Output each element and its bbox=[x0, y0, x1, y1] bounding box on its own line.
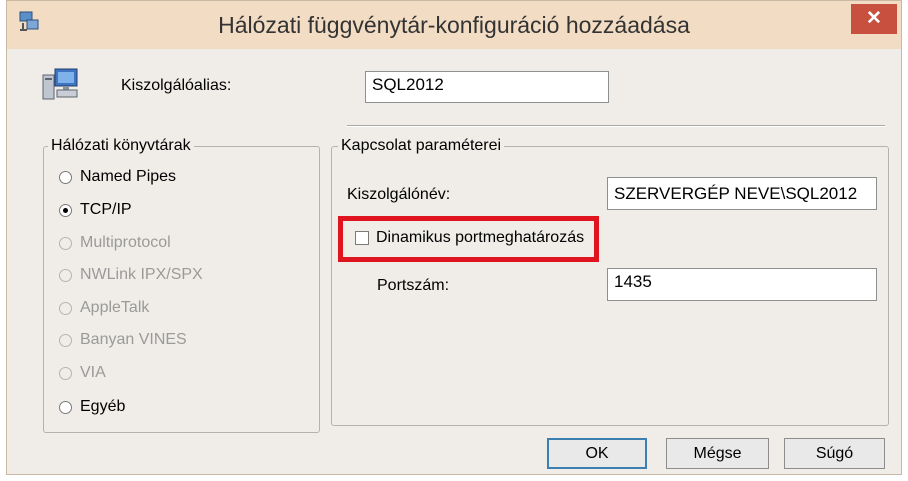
radio-button bbox=[59, 269, 72, 282]
radio-label: AppleTalk bbox=[80, 299, 150, 316]
radio-label: TCP/IP bbox=[80, 201, 132, 218]
ok-button[interactable]: OK bbox=[547, 438, 647, 469]
radio-button[interactable] bbox=[59, 401, 72, 414]
connection-group-title: Kapcsolat paraméterei bbox=[338, 137, 505, 155]
radio-label: Egyéb bbox=[80, 398, 126, 415]
dialog-window: Hálózati függvénytár-konfiguráció hozzáa… bbox=[6, 0, 902, 475]
radio-label: Multiprotocol bbox=[80, 234, 171, 251]
radio-button[interactable] bbox=[59, 204, 72, 217]
close-button[interactable]: ✕ bbox=[851, 4, 897, 34]
alias-input[interactable]: SQL2012 bbox=[365, 71, 609, 103]
port-label: Portszám: bbox=[377, 277, 450, 294]
help-button[interactable]: Súgó bbox=[784, 438, 885, 469]
radio-button bbox=[59, 367, 72, 380]
port-input[interactable]: 1435 bbox=[607, 268, 877, 301]
title-bar[interactable]: Hálózati függvénytár-konfiguráció hozzáa… bbox=[7, 1, 901, 49]
radio-label: NWLink IPX/SPX bbox=[80, 266, 203, 283]
radio-button bbox=[59, 302, 72, 315]
radio-label: Banyan VINES bbox=[80, 331, 187, 348]
radio-label: Named Pipes bbox=[80, 168, 177, 185]
libraries-groupbox bbox=[43, 146, 320, 433]
radio-selected-dot bbox=[63, 208, 68, 213]
highlight-box bbox=[338, 216, 599, 262]
server-name-label: Kiszolgálónév: bbox=[347, 186, 451, 203]
radio-button bbox=[59, 237, 72, 250]
radio-button bbox=[59, 334, 72, 347]
server-name-input[interactable]: SZERVERGÉP NEVE\SQL2012 bbox=[607, 177, 877, 210]
computer-icon bbox=[41, 67, 81, 103]
cancel-button[interactable]: Mégse bbox=[666, 438, 769, 469]
radio-button[interactable] bbox=[59, 171, 72, 184]
separator bbox=[347, 125, 885, 127]
alias-label: Kiszolgálóalias: bbox=[121, 77, 232, 94]
radio-label: VIA bbox=[80, 364, 106, 381]
libraries-group-title: Hálózati könyvtárak bbox=[48, 137, 194, 155]
window-title: Hálózati függvénytár-konfiguráció hozzáa… bbox=[218, 12, 690, 38]
